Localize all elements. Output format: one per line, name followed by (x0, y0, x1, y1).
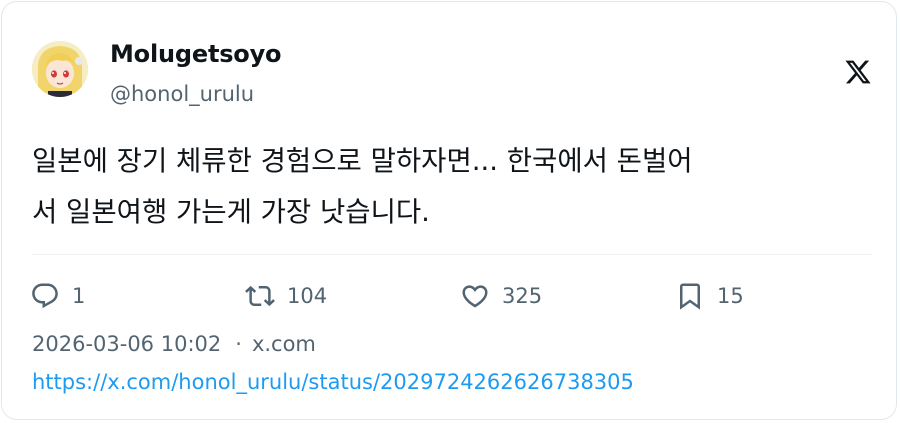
meta-separator: · (235, 332, 242, 356)
tweet-card: Molugetsoyo @honol_urulu 일본에 장기 체류한 경험으로… (1, 1, 897, 420)
bookmark-button[interactable]: 15 (675, 280, 744, 312)
reply-count: 1 (72, 284, 86, 308)
x-logo-icon[interactable] (844, 58, 872, 86)
like-count: 325 (502, 284, 543, 308)
display-name[interactable]: Molugetsoyo (110, 40, 282, 68)
like-button[interactable]: 325 (460, 280, 542, 312)
tweet-text-line: 서 일본여행 가는게 가장 낫습니다. (32, 196, 430, 228)
reply-icon (32, 283, 58, 309)
handle[interactable]: @honol_urulu (110, 82, 254, 106)
tweet-meta: 2026-03-06 10:02 · x.com (32, 332, 316, 356)
bookmark-icon (680, 283, 700, 310)
source-label[interactable]: x.com (252, 332, 316, 356)
avatar[interactable] (32, 41, 88, 97)
retweet-count: 104 (287, 284, 328, 308)
heart-icon (462, 285, 488, 308)
bookmark-count: 15 (717, 284, 744, 308)
retweet-button[interactable]: 104 (245, 280, 327, 312)
divider (32, 254, 872, 255)
reply-button[interactable]: 1 (30, 280, 85, 312)
tweet-url-link[interactable]: https://x.com/honol_urulu/status/2029724… (32, 370, 634, 394)
tweet-text-line: 일본에 장기 체류한 경험으로 말하자면... 한국에서 돈벌어 (32, 145, 693, 177)
retweet-icon (245, 285, 275, 307)
avatar-image (32, 41, 88, 97)
timestamp[interactable]: 2026-03-06 10:02 (32, 332, 221, 356)
tweet-text: 일본에 장기 체류한 경험으로 말하자면... 한국에서 돈벌어 서 일본여행 … (32, 136, 872, 238)
